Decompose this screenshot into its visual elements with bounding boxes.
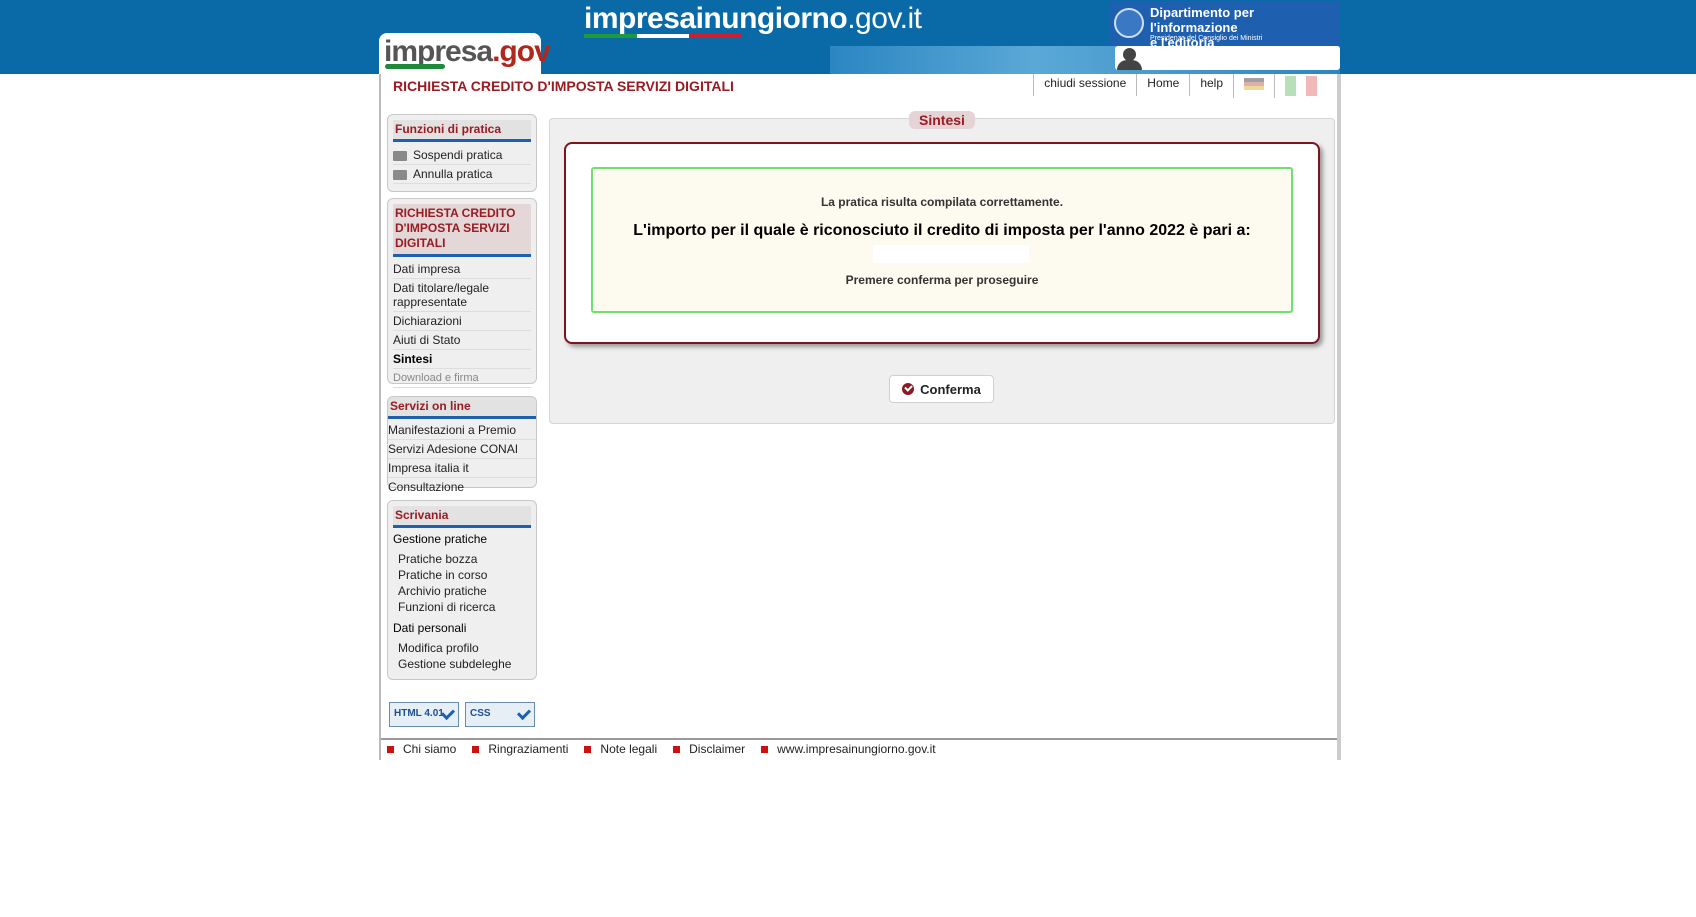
sospendi-label: Sospendi pratica <box>413 148 503 162</box>
logo-swoosh-icon <box>385 64 445 69</box>
steps-title: RICHIESTA CREDITO D'IMPOSTA SERVIZI DIGI… <box>393 204 531 257</box>
dati-personali-title: Dati personali <box>393 621 467 635</box>
servizi-title: Servizi on line <box>388 397 536 419</box>
funzioni-box: Funzioni di pratica Sospendi pratica Ann… <box>387 114 537 192</box>
check-icon <box>516 705 532 721</box>
gestione-pratiche-title: Gestione pratiche <box>393 532 488 546</box>
step-sintesi[interactable]: Sintesi <box>393 350 531 369</box>
user-icon-body <box>1117 60 1142 70</box>
step-aiuti-stato[interactable]: Aiuti di Stato <box>393 331 531 350</box>
w3c-css-badge[interactable]: CSS <box>465 702 535 727</box>
funzioni-ricerca-link[interactable]: Funzioni di ricerca <box>398 599 531 615</box>
flag-de-icon[interactable] <box>1244 78 1264 90</box>
bullet-icon <box>761 745 769 753</box>
bullet-icon <box>387 745 394 753</box>
footer-label: Ringraziamenti <box>488 742 569 756</box>
language-flags <box>1233 74 1274 98</box>
main-title: Sintesi <box>909 111 975 129</box>
credit-amount-value <box>873 245 1029 263</box>
folder-icon <box>393 150 407 161</box>
scrivania-title: Scrivania <box>393 506 531 528</box>
italian-flag-bar <box>584 34 743 38</box>
confirm-button[interactable]: Conferma <box>889 375 994 403</box>
summary-card: La pratica risulta compilata correttamen… <box>564 142 1320 344</box>
summary-message-box: La pratica risulta compilata correttamen… <box>591 167 1293 313</box>
site-title-end: .gov.it <box>847 2 922 35</box>
step-download-firma: Download e firma <box>393 369 531 388</box>
top-links: chiudi sessione Home help <box>1033 74 1327 98</box>
step-dati-impresa[interactable]: Dati impresa <box>393 260 531 279</box>
page-title: RICHIESTA CREDITO D'IMPOSTA SERVIZI DIGI… <box>393 78 734 94</box>
compiled-message: La pratica risulta compilata correttamen… <box>820 195 1064 209</box>
flag-it-icon[interactable] <box>1285 76 1318 96</box>
w3c-css-label: CSS <box>470 708 491 719</box>
step-dichiarazioni[interactable]: Dichiarazioni <box>393 312 531 331</box>
confirm-label: Conferma <box>920 381 981 397</box>
site-title-mid: inungiorno <box>695 2 848 35</box>
site-title[interactable]: impresainungiorno.gov.it <box>584 2 922 36</box>
home-link[interactable]: Home <box>1136 74 1189 96</box>
scrivania-box: Scrivania Gestione pratiche Pratiche boz… <box>387 500 537 680</box>
w3c-html-badge[interactable]: HTML 4.01 <box>389 702 459 727</box>
servizi-item-conai[interactable]: Servizi Adesione CONAI <box>388 440 536 459</box>
footer-label: Note legali <box>600 742 658 756</box>
top-banner: impresainungiorno.gov.it impresa.gov Dip… <box>0 0 1696 74</box>
bullet-icon <box>472 745 480 753</box>
w3c-html-label: HTML 4.01 <box>394 708 444 719</box>
help-link[interactable]: help <box>1189 74 1233 96</box>
footer-note-legali[interactable]: Note legali <box>578 742 657 756</box>
gestione-subdeleghe-link[interactable]: Gestione subdeleghe <box>398 656 531 672</box>
steps-box: RICHIESTA CREDITO D'IMPOSTA SERVIZI DIGI… <box>387 198 537 388</box>
annulla-label: Annulla pratica <box>413 167 493 181</box>
site-title-bold: impresa <box>584 2 696 35</box>
servizi-item-impresa-italia[interactable]: Impresa italia it <box>388 459 536 478</box>
footer: Chi siamo Ringraziamenti Note legali Dis… <box>381 738 1337 756</box>
step-dati-titolare[interactable]: Dati titolare/legale rappresentate <box>393 279 531 312</box>
footer-chi-siamo[interactable]: Chi siamo <box>381 742 456 756</box>
dept-line3: Presidenza del Consiglio dei Ministri <box>1150 35 1263 42</box>
credit-amount-message: L'importo per il quale è riconosciuto il… <box>633 222 1251 239</box>
bullet-icon <box>673 745 681 753</box>
logout-link[interactable]: chiudi sessione <box>1033 74 1136 96</box>
w3c-badges: HTML 4.01 CSS <box>389 702 535 727</box>
page-container: RICHIESTA CREDITO D'IMPOSTA SERVIZI DIGI… <box>379 74 1341 760</box>
check-circle-icon <box>902 383 915 395</box>
footer-disclaimer[interactable]: Disclaimer <box>667 742 745 756</box>
footer-label: Chi siamo <box>403 742 457 756</box>
sospendi-pratica-link[interactable]: Sospendi pratica <box>393 146 531 165</box>
footer-site-link[interactable]: www.impresainungiorno.gov.it <box>755 742 936 756</box>
main-panel: Sintesi La pratica risulta compilata cor… <box>549 111 1335 424</box>
funzioni-title: Funzioni di pratica <box>393 120 531 142</box>
language-flags-it <box>1274 74 1327 98</box>
republic-seal-icon <box>1114 8 1144 38</box>
dept-logo[interactable]: Dipartimento per l'informazione e l'edito… <box>1110 2 1340 50</box>
footer-label: Disclaimer <box>689 742 746 756</box>
footer-label: www.impresainungiorno.gov.it <box>777 742 936 756</box>
modifica-profilo-link[interactable]: Modifica profilo <box>398 640 531 656</box>
confirm-hint: Premere conferma per proseguire <box>845 273 1039 287</box>
servizi-item-manifestazioni[interactable]: Manifestazioni a Premio <box>388 421 536 440</box>
pratiche-bozza-link[interactable]: Pratiche bozza <box>398 551 531 567</box>
servizi-item-consultazione[interactable]: Consultazione <box>388 478 536 496</box>
logo-part2: .gov <box>492 35 551 68</box>
dept-line1: Dipartimento per l'informazione <box>1150 5 1255 35</box>
bullet-icon <box>584 745 592 753</box>
annulla-pratica-link[interactable]: Annulla pratica <box>393 165 531 184</box>
archivio-pratiche-link[interactable]: Archivio pratiche <box>398 583 531 599</box>
user-box[interactable] <box>1115 46 1340 70</box>
impresa-gov-logo[interactable]: impresa.gov <box>379 33 551 74</box>
footer-ringraziamenti[interactable]: Ringraziamenti <box>466 742 568 756</box>
folder-icon <box>393 169 407 180</box>
servizi-box: Servizi on line Manifestazioni a Premio … <box>387 396 537 494</box>
pratiche-in-corso-link[interactable]: Pratiche in corso <box>398 567 531 583</box>
